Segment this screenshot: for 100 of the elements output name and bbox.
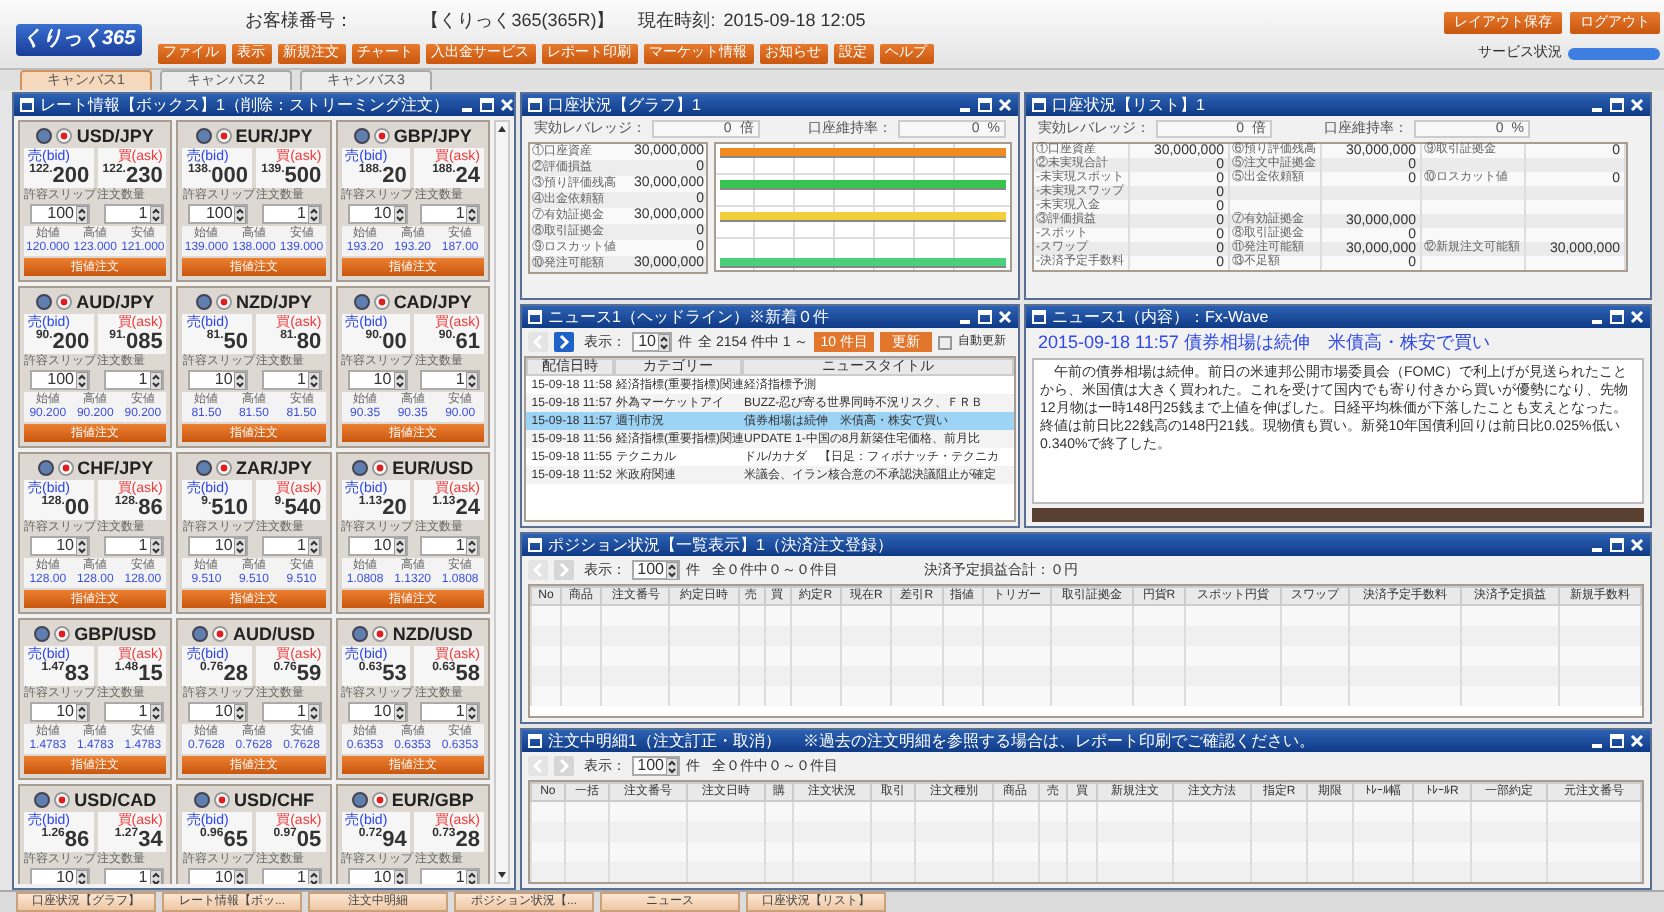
quantity-field[interactable]: 1 <box>420 370 481 390</box>
spinner-icon[interactable] <box>149 537 162 555</box>
quantity-field[interactable]: 1 <box>261 702 322 722</box>
close-icon[interactable] <box>1630 98 1644 112</box>
spinner-icon[interactable] <box>466 869 479 884</box>
forward-arrow-icon[interactable] <box>554 332 574 352</box>
scrollbar[interactable] <box>494 120 510 884</box>
spinner-icon[interactable] <box>393 537 406 555</box>
spinner-icon[interactable] <box>234 537 247 555</box>
spinner-icon[interactable] <box>234 869 247 884</box>
slip-field[interactable]: 10 <box>347 370 408 390</box>
quantity-field[interactable]: 1 <box>420 204 481 224</box>
spinner-icon[interactable] <box>307 869 320 884</box>
record-dot-icon[interactable] <box>212 626 229 642</box>
close-icon[interactable] <box>1630 734 1644 748</box>
spinner-icon[interactable] <box>307 205 320 223</box>
record-dot-icon[interactable] <box>56 294 73 310</box>
spinner-icon[interactable] <box>393 869 406 884</box>
slip-field[interactable]: 10 <box>188 868 249 884</box>
count-field[interactable]: 100 <box>632 560 680 580</box>
quantity-field[interactable]: 1 <box>420 536 481 556</box>
spinner-icon[interactable] <box>76 869 88 884</box>
close-icon[interactable] <box>998 310 1012 324</box>
maximize-icon[interactable] <box>978 98 992 112</box>
slip-field[interactable]: 10 <box>347 204 408 224</box>
spinner-icon[interactable] <box>307 703 320 721</box>
quantity-field[interactable]: 1 <box>261 536 322 556</box>
scroll-down-icon[interactable] <box>496 870 508 882</box>
spinner-icon[interactable] <box>76 537 88 555</box>
slip-field[interactable]: 10 <box>30 868 90 884</box>
scroll-up-icon[interactable] <box>496 122 508 134</box>
spinner-icon[interactable] <box>466 371 479 389</box>
quantity-field[interactable]: 1 <box>103 536 164 556</box>
record-dot-icon[interactable] <box>54 792 71 808</box>
spinner-icon[interactable] <box>466 537 479 555</box>
close-icon[interactable] <box>500 98 514 112</box>
close-icon[interactable] <box>1630 310 1644 324</box>
record-dot-icon[interactable] <box>372 626 389 642</box>
slip-field[interactable]: 10 <box>30 536 90 556</box>
slip-field[interactable]: 10 <box>188 370 249 390</box>
count-field[interactable]: 10 <box>632 332 672 352</box>
close-icon[interactable] <box>1630 538 1644 552</box>
record-dot-icon[interactable] <box>215 128 232 144</box>
slip-field[interactable]: 10 <box>188 536 249 556</box>
record-dot-icon[interactable] <box>372 460 389 476</box>
record-dot-icon[interactable] <box>215 294 232 310</box>
slip-field[interactable]: 10 <box>347 702 408 722</box>
maximize-icon[interactable] <box>1610 98 1624 112</box>
slip-field[interactable]: 10 <box>188 702 249 722</box>
spinner-icon[interactable] <box>234 205 247 223</box>
spinner-icon[interactable] <box>149 205 162 223</box>
maximize-icon[interactable] <box>1610 310 1624 324</box>
spinner-icon[interactable] <box>393 703 406 721</box>
quantity-field[interactable]: 1 <box>420 702 481 722</box>
checkbox[interactable] <box>937 335 952 349</box>
quantity-field[interactable]: 1 <box>103 702 164 722</box>
spinner-icon[interactable] <box>307 371 320 389</box>
slip-field[interactable]: 10 <box>30 702 90 722</box>
record-dot-icon[interactable] <box>373 294 390 310</box>
maximize-icon[interactable] <box>480 98 495 112</box>
record-dot-icon[interactable] <box>371 792 388 808</box>
spinner-icon[interactable] <box>76 371 88 389</box>
spinner-icon[interactable] <box>76 703 88 721</box>
record-dot-icon[interactable] <box>213 792 230 808</box>
maximize-icon[interactable] <box>1610 538 1624 552</box>
quantity-field[interactable]: 1 <box>261 204 322 224</box>
slip-field[interactable]: 10 <box>347 868 408 884</box>
record-dot-icon[interactable] <box>54 626 71 642</box>
spinner-icon[interactable] <box>149 703 162 721</box>
slip-field[interactable]: 100 <box>188 204 249 224</box>
close-icon[interactable] <box>998 98 1012 112</box>
spinner-icon[interactable] <box>666 757 678 775</box>
maximize-icon[interactable] <box>978 310 992 324</box>
record-dot-icon[interactable] <box>56 128 73 144</box>
spinner-icon[interactable] <box>393 205 406 223</box>
spinner-icon[interactable] <box>149 371 162 389</box>
quantity-field[interactable]: 1 <box>103 370 164 390</box>
spinner-icon[interactable] <box>76 205 88 223</box>
quantity-field[interactable]: 1 <box>103 868 164 884</box>
quantity-field[interactable]: 1 <box>261 370 322 390</box>
spinner-icon[interactable] <box>234 371 247 389</box>
maximize-icon[interactable] <box>1610 734 1624 748</box>
slip-field[interactable]: 100 <box>30 370 90 390</box>
quantity-field[interactable]: 1 <box>420 868 481 884</box>
spinner-icon[interactable] <box>393 371 406 389</box>
spinner-icon[interactable] <box>466 703 479 721</box>
count-field[interactable]: 100 <box>632 756 680 776</box>
spinner-icon[interactable] <box>666 561 678 579</box>
spinner-icon[interactable] <box>149 869 162 884</box>
spinner-icon[interactable] <box>234 703 247 721</box>
record-dot-icon[interactable] <box>215 460 232 476</box>
quantity-field[interactable]: 1 <box>103 204 164 224</box>
slip-field[interactable]: 10 <box>347 536 408 556</box>
record-dot-icon[interactable] <box>373 128 390 144</box>
slip-field[interactable]: 100 <box>30 204 90 224</box>
quantity-field[interactable]: 1 <box>261 868 322 884</box>
spinner-icon[interactable] <box>466 205 479 223</box>
spinner-icon[interactable] <box>307 537 320 555</box>
record-dot-icon[interactable] <box>57 460 74 476</box>
spinner-icon[interactable] <box>658 333 670 351</box>
